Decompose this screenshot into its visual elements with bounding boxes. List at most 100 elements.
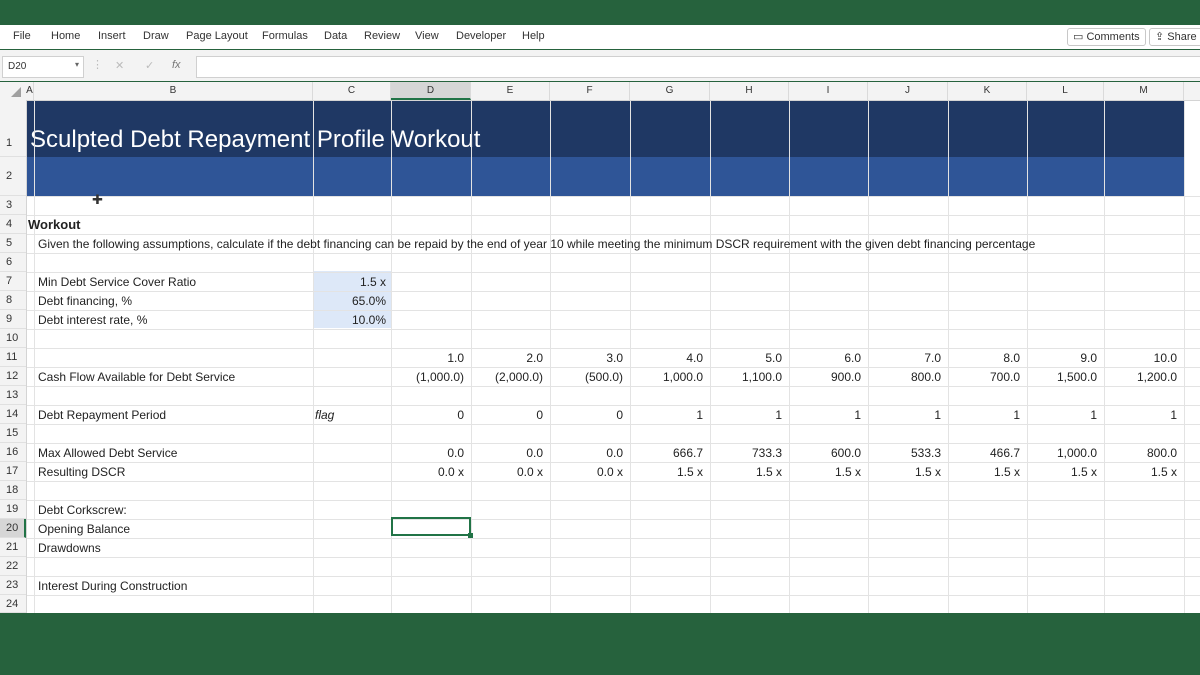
repayment-flag-value[interactable]: 1 — [1104, 408, 1177, 422]
max-debt-service-value[interactable]: 600.0 — [789, 446, 861, 460]
row-header-13[interactable]: 13 — [0, 386, 26, 405]
repayment-flag-value[interactable]: 0 — [550, 408, 623, 422]
menu-review[interactable]: Review — [364, 30, 400, 42]
dscr-value[interactable]: 1.5 x — [1104, 465, 1177, 479]
share-button[interactable]: ⇪ Share — [1149, 28, 1200, 46]
cancel-icon[interactable]: ✕ — [115, 59, 124, 72]
column-header-d[interactable]: D — [391, 82, 471, 100]
max-debt-service-value[interactable]: 466.7 — [948, 446, 1020, 460]
year-value[interactable]: 6.0 — [789, 351, 861, 365]
row-header-6[interactable]: 6 — [0, 253, 26, 272]
column-header-e[interactable]: E — [471, 82, 550, 100]
column-header-a[interactable]: A — [26, 82, 34, 100]
cfads-value[interactable]: 1,000.0 — [630, 370, 703, 384]
dscr-value[interactable]: 0.0 x — [471, 465, 543, 479]
year-value[interactable]: 2.0 — [471, 351, 543, 365]
max-debt-service-value[interactable]: 0.0 — [471, 446, 543, 460]
year-value[interactable]: 8.0 — [948, 351, 1020, 365]
year-value[interactable]: 10.0 — [1104, 351, 1177, 365]
column-header-k[interactable]: K — [948, 82, 1027, 100]
menu-data[interactable]: Data — [324, 30, 347, 42]
row-header-15[interactable]: 15 — [0, 424, 26, 443]
menu-view[interactable]: View — [415, 30, 439, 42]
year-value[interactable]: 3.0 — [550, 351, 623, 365]
cfads-value[interactable]: 1,100.0 — [710, 370, 782, 384]
year-value[interactable]: 9.0 — [1027, 351, 1097, 365]
year-value[interactable]: 7.0 — [868, 351, 941, 365]
assumption-value[interactable]: 10.0% — [313, 313, 386, 327]
row-header-22[interactable]: 22 — [0, 557, 26, 576]
row-header-11[interactable]: 11 — [0, 348, 26, 367]
menu-insert[interactable]: Insert — [98, 30, 126, 42]
year-value[interactable]: 5.0 — [710, 351, 782, 365]
row-header-14[interactable]: 14 — [0, 405, 26, 424]
row-header-1[interactable]: 1 — [0, 100, 26, 157]
menu-file[interactable]: File — [13, 30, 31, 42]
cfads-value[interactable]: 1,500.0 — [1027, 370, 1097, 384]
cfads-value[interactable]: 900.0 — [789, 370, 861, 384]
dscr-value[interactable]: 0.0 x — [391, 465, 464, 479]
dscr-value[interactable]: 1.5 x — [1027, 465, 1097, 479]
cfads-value[interactable]: 800.0 — [868, 370, 941, 384]
row-header-2[interactable]: 2 — [0, 157, 26, 196]
menu-home[interactable]: Home — [51, 30, 80, 42]
max-debt-service-value[interactable]: 800.0 — [1104, 446, 1177, 460]
column-header-f[interactable]: F — [550, 82, 630, 100]
repayment-flag-value[interactable]: 1 — [789, 408, 861, 422]
column-header-b[interactable]: B — [34, 82, 313, 100]
row-header-4[interactable]: 4 — [0, 215, 26, 234]
select-all-corner[interactable] — [0, 82, 26, 100]
cfads-value[interactable]: (2,000.0) — [471, 370, 543, 384]
column-header-h[interactable]: H — [710, 82, 789, 100]
row-header-20[interactable]: 20 — [0, 519, 26, 538]
spreadsheet-grid[interactable]: Sculpted Debt Repayment Profile Workout … — [0, 82, 1200, 613]
dscr-value[interactable]: 1.5 x — [948, 465, 1020, 479]
column-header-j[interactable]: J — [868, 82, 948, 100]
row-header-24[interactable]: 24 — [0, 595, 26, 613]
row-header-23[interactable]: 23 — [0, 576, 26, 595]
row-header-18[interactable]: 18 — [0, 481, 26, 500]
column-header-g[interactable]: G — [630, 82, 710, 100]
year-value[interactable]: 1.0 — [391, 351, 464, 365]
confirm-icon[interactable]: ✓ — [145, 59, 154, 72]
active-cell-d20[interactable] — [391, 517, 471, 536]
fill-handle[interactable] — [468, 533, 473, 538]
menu-draw[interactable]: Draw — [143, 30, 169, 42]
column-header-m[interactable]: M — [1104, 82, 1184, 100]
repayment-flag-value[interactable]: 1 — [868, 408, 941, 422]
dscr-value[interactable]: 0.0 x — [550, 465, 623, 479]
row-header-10[interactable]: 10 — [0, 329, 26, 348]
max-debt-service-value[interactable]: 0.0 — [550, 446, 623, 460]
function-icon[interactable]: fx — [172, 59, 181, 71]
max-debt-service-value[interactable]: 733.3 — [710, 446, 782, 460]
row-header-8[interactable]: 8 — [0, 291, 26, 310]
row-header-19[interactable]: 19 — [0, 500, 26, 519]
cfads-value[interactable]: (500.0) — [550, 370, 623, 384]
cfads-value[interactable]: (1,000.0) — [391, 370, 464, 384]
column-header-l[interactable]: L — [1027, 82, 1104, 100]
formula-input[interactable] — [196, 56, 1200, 78]
row-header-12[interactable]: 12 — [0, 367, 26, 386]
dscr-value[interactable]: 1.5 x — [710, 465, 782, 479]
assumption-value[interactable]: 1.5 x — [313, 275, 386, 289]
row-header-16[interactable]: 16 — [0, 443, 26, 462]
cfads-value[interactable]: 700.0 — [948, 370, 1020, 384]
repayment-flag-value[interactable]: 1 — [1027, 408, 1097, 422]
max-debt-service-value[interactable]: 0.0 — [391, 446, 464, 460]
menu-page-layout[interactable]: Page Layout — [186, 30, 248, 42]
row-header-17[interactable]: 17 — [0, 462, 26, 481]
row-header-7[interactable]: 7 — [0, 272, 26, 291]
column-header-i[interactable]: I — [789, 82, 868, 100]
name-box[interactable]: D20 ▾ — [2, 56, 84, 78]
repayment-flag-value[interactable]: 1 — [710, 408, 782, 422]
column-header-c[interactable]: C — [313, 82, 391, 100]
max-debt-service-value[interactable]: 533.3 — [868, 446, 941, 460]
repayment-flag-value[interactable]: 1 — [630, 408, 703, 422]
dscr-value[interactable]: 1.5 x — [789, 465, 861, 479]
comments-button[interactable]: ▭ Comments — [1067, 28, 1146, 46]
year-value[interactable]: 4.0 — [630, 351, 703, 365]
menu-formulas[interactable]: Formulas — [262, 30, 308, 42]
assumption-value[interactable]: 65.0% — [313, 294, 386, 308]
repayment-flag-value[interactable]: 0 — [391, 408, 464, 422]
menu-help[interactable]: Help — [522, 30, 545, 42]
